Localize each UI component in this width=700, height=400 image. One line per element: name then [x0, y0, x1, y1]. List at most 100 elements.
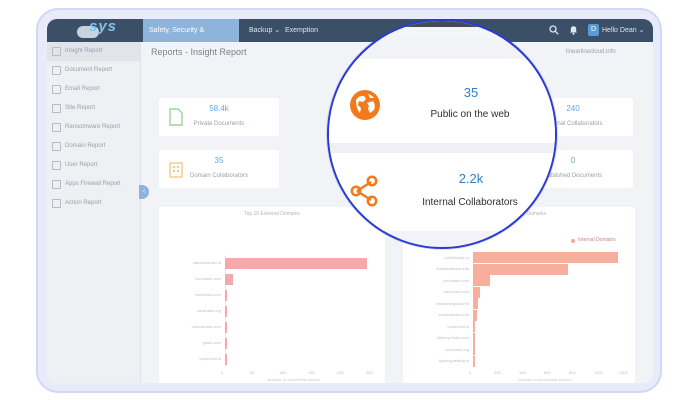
sidebar-item-label: Site Report — [65, 105, 96, 111]
lens-topbar-fragment — [399, 21, 539, 27]
x-tick-label: 1000 — [594, 370, 603, 375]
chart-bar[interactable] — [473, 321, 476, 333]
chart-bar[interactable] — [473, 263, 568, 275]
x-tick-label: 200 — [494, 370, 501, 375]
chart-bar[interactable] — [225, 337, 227, 349]
chart-bar[interactable] — [225, 273, 234, 285]
chart-legend: Internal Domains — [578, 237, 616, 243]
tenant-selector[interactable]: linearlinecloud.info — [566, 49, 616, 55]
x-tick-label: 50 — [250, 370, 255, 375]
avatar[interactable]: D — [588, 24, 599, 36]
chart-bar[interactable] — [473, 275, 490, 287]
x-axis-label: Number of documents shared — [518, 377, 571, 382]
sidebar-item-domain-report[interactable]: Domain Report — [47, 137, 141, 156]
chart-bar[interactable] — [473, 332, 475, 344]
sidebar-item-label: Ransomware Report — [65, 124, 121, 130]
x-tick-label: 800 — [569, 370, 576, 375]
x-tick-label: 0 — [221, 370, 224, 375]
lens-stat-value: 2.2k — [458, 171, 484, 186]
sidebar-item-document-report[interactable]: Document Report — [47, 61, 141, 80]
grid-icon — [52, 47, 61, 56]
sidebar-item-label: Apps Firewall Report — [65, 181, 121, 187]
sidebar-item-label: Action Report — [65, 200, 102, 206]
bolt-icon — [52, 199, 61, 208]
chart-bar[interactable] — [473, 344, 475, 356]
app-logo[interactable]: sys — [77, 19, 137, 41]
sidebar-item-label: User Report — [65, 162, 98, 168]
sidebar-item-user-report[interactable]: User Report — [47, 156, 141, 175]
category-label: coopr.test.io — [199, 356, 221, 361]
chart-bar[interactable] — [473, 309, 477, 321]
x-tick-label: 150 — [308, 370, 315, 375]
envelope-icon — [52, 85, 61, 94]
lens-topbar-strip — [329, 21, 555, 39]
chart-bar[interactable] — [225, 321, 227, 333]
category-label: typelog.testing.io — [438, 358, 469, 364]
x-tick-label: 600 — [544, 370, 551, 375]
user-icon — [52, 161, 61, 170]
category-label: webcloud.com — [195, 292, 221, 297]
sidebar-item-label: Email Report — [65, 86, 100, 92]
sidebar-item-ransomware-report[interactable]: Ransomware Report — [47, 118, 141, 137]
sidebar-item-insight-report[interactable]: Insight Report — [47, 42, 141, 61]
category-label: publiclodge.io — [444, 254, 469, 260]
stat-card-internal-collaborators: 2.2k Internal Collaborators — [329, 153, 555, 231]
chart-bar[interactable] — [473, 355, 475, 367]
page-title: Reports - Insight Report — [151, 47, 247, 57]
category-label: linearmarginal.info — [436, 300, 469, 306]
x-axis-label: Number of documents shared — [267, 377, 321, 382]
bell-icon[interactable] — [569, 25, 578, 35]
lens-stat-caption: Internal Collaborators — [422, 197, 518, 208]
sidebar-item-site-report[interactable]: Site Report — [47, 99, 141, 118]
sidebar-item-action-report[interactable]: Action Report — [47, 194, 141, 213]
sidebar-item-email-report[interactable]: Email Report — [47, 80, 141, 99]
nav-safety-security-compliance[interactable]: Safety, Security & Compliance ⌄ — [143, 19, 239, 57]
x-tick-label: 100 — [279, 370, 286, 375]
category-label: linearsoftware.info — [436, 266, 469, 272]
stage: sys Safety, Security & Compliance ⌄ Back… — [0, 0, 700, 400]
chart-bar[interactable] — [225, 305, 227, 317]
category-label: zoochash.com — [195, 276, 221, 281]
stat-caption: Domain Collaborators — [189, 173, 249, 179]
share-icon — [350, 175, 378, 207]
app-screen: sys Safety, Security & Compliance ⌄ Back… — [47, 19, 653, 383]
stat-card-domain-collaborators: 35 Domain Collaborators — [159, 150, 279, 188]
chart-bar[interactable] — [473, 298, 478, 310]
apps-grid-icon — [52, 180, 61, 189]
category-label: coopr.test.io — [447, 323, 469, 329]
sidebar-item-apps-firewall-report[interactable]: Apps Firewall Report — [47, 175, 141, 194]
category-label: zoochash.org — [196, 308, 221, 313]
globe-icon — [350, 90, 380, 120]
stat-card-public-on-web: 35 Public on the web — [329, 59, 555, 143]
sidebar-item-label: Insight Report — [65, 48, 103, 54]
chart-bar[interactable] — [473, 286, 481, 298]
category-label: outlooknote.com — [191, 324, 221, 329]
category-label: yahoodomain.io — [192, 260, 221, 265]
stat-card-private-documents: 58.4k Private Documents — [159, 98, 279, 136]
site-icon — [52, 104, 61, 113]
domain-icon — [52, 142, 61, 151]
category-label: zoochashee.com — [438, 312, 469, 318]
stat-caption: Private Documents — [193, 121, 245, 127]
chart-bar[interactable] — [473, 252, 619, 264]
category-label: webcloud.com — [443, 289, 469, 295]
category-label: liveboy.moon.com — [437, 335, 469, 341]
sidebar-item-label: Document Report — [65, 67, 113, 73]
external-domains-chart: Top 10 External Domains yahoodomain.io zo… — [159, 207, 385, 383]
chart-bar[interactable] — [225, 257, 368, 269]
chart-bar[interactable] — [225, 353, 227, 365]
category-label: zoochash.com — [443, 277, 469, 283]
x-tick-label: 400 — [519, 370, 526, 375]
chart-bar[interactable] — [225, 289, 227, 301]
document-icon — [52, 66, 61, 75]
legend-swatch — [571, 239, 575, 243]
sidebar-item-label: Domain Report — [65, 143, 106, 149]
category-label: zoochash.org — [444, 346, 469, 352]
user-menu[interactable]: Hello Dean ⌄ — [602, 19, 644, 42]
logo-text: sys — [89, 19, 118, 35]
category-label: gmax.com — [202, 340, 221, 345]
lens-stat-caption: Public on the web — [430, 109, 510, 120]
nav-exemption[interactable]: Exemption — [279, 19, 324, 42]
monitor-icon — [52, 123, 61, 132]
x-tick-label: 250 — [366, 370, 373, 375]
